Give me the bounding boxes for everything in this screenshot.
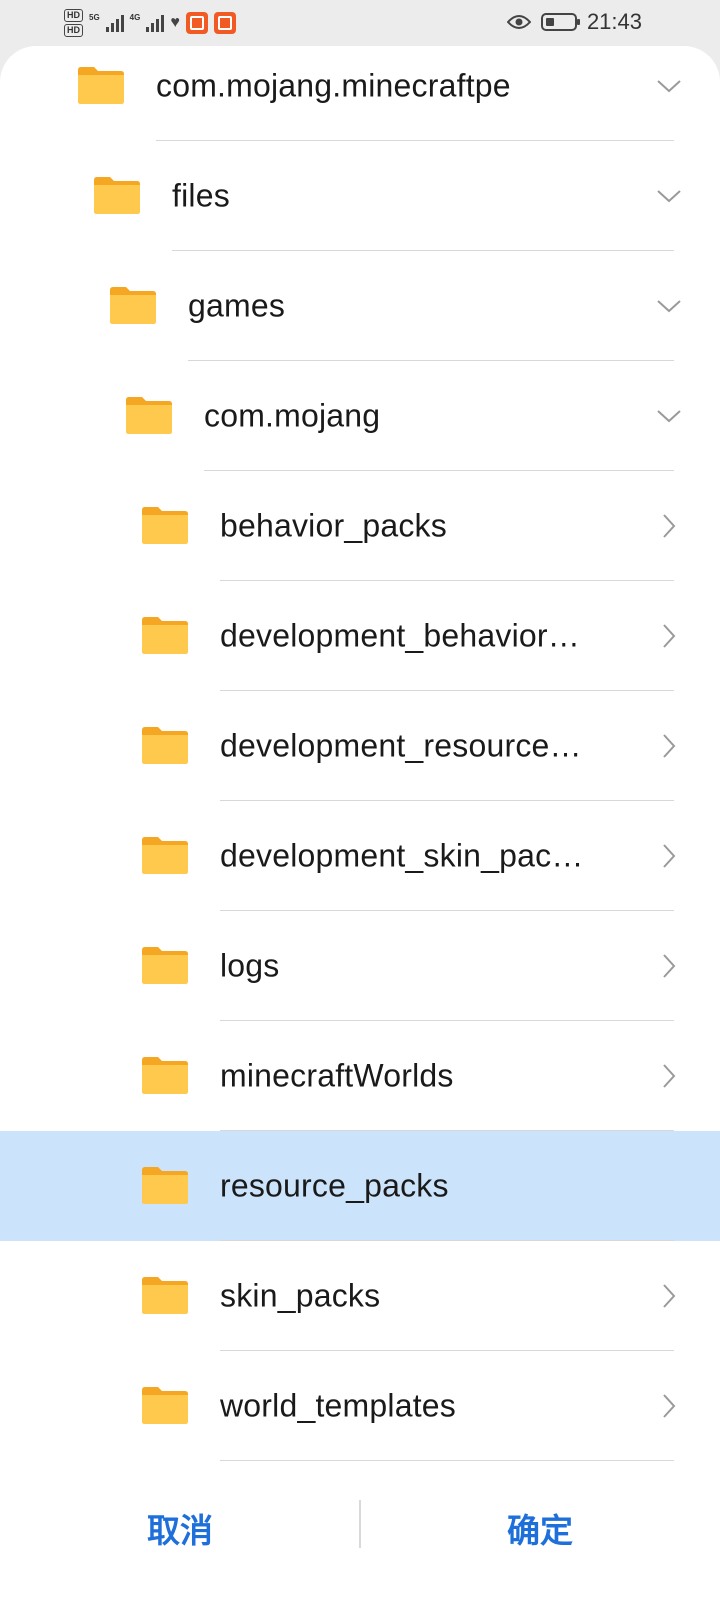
hd-badge: HD <box>64 24 83 37</box>
folder-icon <box>126 397 172 434</box>
folder-icon <box>142 1277 188 1314</box>
folder-icon <box>142 1167 188 1204</box>
signal-icon <box>146 14 165 32</box>
eye-icon <box>506 15 531 29</box>
folder-row[interactable]: behavior_packs <box>0 471 720 581</box>
folder-row[interactable]: com.mojang <box>0 361 720 471</box>
folder-icon <box>142 617 188 654</box>
status-icons-right: 21:43 <box>506 9 642 35</box>
status-bar: HD HD 5G 4G ♥ 21:43 <box>0 0 720 50</box>
folder-icon <box>142 1387 188 1424</box>
folder-row[interactable]: files <box>0 141 720 251</box>
chevron-right-icon[interactable] <box>656 513 682 539</box>
chevron-right-icon[interactable] <box>656 1393 682 1419</box>
app-notification-icon <box>213 12 236 34</box>
folder-picker-sheet: com.mojang.minecraftpe files games com.moja… <box>0 46 720 1600</box>
folder-icon <box>142 1057 188 1094</box>
folder-name: development_skin_pac… <box>220 837 584 874</box>
cancel-button[interactable]: 取消 <box>10 1498 350 1558</box>
folder-row[interactable]: development_skin_pac… <box>0 801 720 911</box>
battery-icon <box>540 13 580 31</box>
folder-name: development_resource… <box>220 727 582 764</box>
folder-name: com.mojang <box>204 397 381 434</box>
folder-name: development_behavior… <box>220 617 580 654</box>
folder-name: files <box>172 177 230 214</box>
chevron-down-icon[interactable] <box>656 73 682 99</box>
folder-row[interactable]: development_behavior… <box>0 581 720 691</box>
folder-icon <box>78 67 124 104</box>
folder-icon <box>142 837 188 874</box>
footer-divider <box>359 1500 361 1548</box>
chevron-right-icon[interactable] <box>656 953 682 979</box>
chevron-right-icon[interactable] <box>656 1063 682 1089</box>
folder-row[interactable]: logs <box>0 911 720 1021</box>
folder-row[interactable]: games <box>0 251 720 361</box>
app-notification-icon <box>185 12 208 34</box>
folder-row[interactable]: resource_packs <box>0 1131 720 1241</box>
dialog-footer: 取消 确定 <box>0 1470 720 1600</box>
chevron-right-icon[interactable] <box>656 1283 682 1309</box>
folder-row[interactable]: development_resource… <box>0 691 720 801</box>
health-icon: ♥ <box>170 14 180 31</box>
folder-name: games <box>188 287 286 324</box>
folder-name: resource_packs <box>220 1167 449 1204</box>
folder-row[interactable]: skin_packs <box>0 1241 720 1351</box>
hd-badge: HD <box>64 9 83 22</box>
network-type-label: 5G <box>89 12 100 22</box>
confirm-button[interactable]: 确定 <box>370 1498 710 1558</box>
row-divider <box>220 1460 674 1461</box>
folder-name: logs <box>220 947 280 984</box>
chevron-right-icon[interactable] <box>656 623 682 649</box>
clock: 21:43 <box>586 9 642 34</box>
chevron-right-icon[interactable] <box>656 733 682 759</box>
folder-icon <box>142 947 188 984</box>
chevron-down-icon[interactable] <box>656 293 682 319</box>
folder-icon <box>94 177 140 214</box>
hd-indicators: HD HD <box>64 9 83 37</box>
folder-icon <box>110 287 156 324</box>
folder-name: minecraftWorlds <box>220 1057 454 1094</box>
chevron-down-icon[interactable] <box>656 403 682 429</box>
folder-name: behavior_packs <box>220 507 447 544</box>
signal-icon <box>105 14 124 32</box>
folder-row[interactable]: minecraftWorlds <box>0 1021 720 1131</box>
folder-name: world_templates <box>220 1387 456 1424</box>
status-icons-left: HD HD 5G 4G ♥ <box>64 6 236 40</box>
folder-row[interactable]: world_templates <box>0 1351 720 1461</box>
folder-row[interactable]: com.mojang.minecraftpe <box>0 46 720 141</box>
folder-name: skin_packs <box>220 1277 381 1314</box>
folder-icon <box>142 727 188 764</box>
folder-name: com.mojang.minecraftpe <box>156 67 511 104</box>
folder-icon <box>142 507 188 544</box>
network-type-label: 4G <box>129 12 141 22</box>
battery-level <box>545 18 554 26</box>
chevron-down-icon[interactable] <box>656 183 682 209</box>
chevron-right-icon[interactable] <box>656 843 682 869</box>
